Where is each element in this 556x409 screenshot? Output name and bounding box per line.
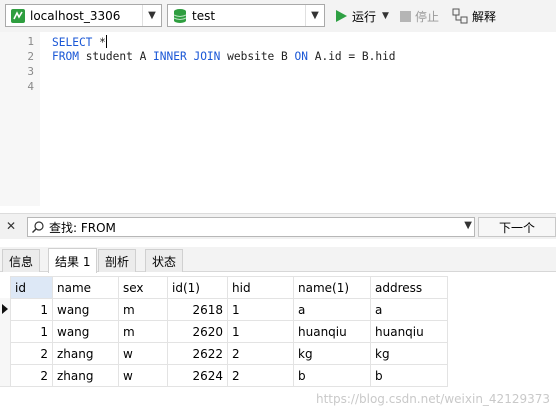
stop-icon bbox=[400, 10, 411, 22]
sql-keyword: SELECT bbox=[52, 36, 93, 49]
table-cell[interactable]: 1 bbox=[10, 298, 53, 321]
table-cell[interactable]: a bbox=[293, 298, 371, 321]
table-row[interactable]: 1 wang m 2620 1 huanqiu huanqiu bbox=[10, 320, 448, 343]
table-cell[interactable]: kg bbox=[370, 342, 448, 365]
table-cell[interactable]: 2618 bbox=[167, 298, 228, 321]
table-cell[interactable]: wang bbox=[52, 298, 119, 321]
table-cell[interactable]: 2622 bbox=[167, 342, 228, 365]
chevron-down-icon[interactable]: ▼ bbox=[142, 5, 161, 26]
line-number: 3 bbox=[27, 65, 34, 78]
run-button[interactable]: 运行 ▼ bbox=[334, 6, 389, 26]
header-row: id name sex id(1) hid name(1) address bbox=[10, 276, 448, 299]
toolbar: localhost_3306 ▼ test ▼ 运行 ▼ 停止 解释 bbox=[0, 0, 556, 32]
connection-icon bbox=[11, 8, 25, 23]
connection-label: localhost_3306 bbox=[30, 8, 121, 23]
table-cell[interactable]: m bbox=[118, 320, 168, 343]
chevron-down-icon[interactable]: ▼ bbox=[382, 11, 389, 21]
find-value: 查找: FROM bbox=[49, 220, 116, 235]
column-header[interactable]: name bbox=[52, 276, 119, 299]
chevron-down-icon[interactable]: ▼ bbox=[305, 5, 324, 26]
table-cell[interactable]: b bbox=[370, 364, 448, 387]
column-header[interactable]: hid bbox=[227, 276, 294, 299]
connection-select[interactable]: localhost_3306 ▼ bbox=[5, 4, 162, 27]
row-header[interactable] bbox=[0, 298, 10, 321]
find-next-button[interactable]: 下一个 bbox=[478, 217, 556, 237]
table-cell[interactable]: m bbox=[118, 298, 168, 321]
row-header[interactable] bbox=[0, 342, 10, 365]
table-cell[interactable]: 2 bbox=[227, 342, 294, 365]
watermark: https://blog.csdn.net/weixin_42129373 bbox=[315, 392, 550, 406]
result-table: id name sex id(1) hid name(1) address 1 … bbox=[10, 276, 448, 387]
find-input[interactable]: 查找: FROM ▼ bbox=[27, 217, 475, 237]
tab-profile[interactable]: 剖析 bbox=[98, 249, 137, 272]
result-grid[interactable]: id name sex id(1) hid name(1) address 1 … bbox=[0, 276, 556, 409]
stop-button[interactable]: 停止 bbox=[400, 6, 439, 26]
table-row[interactable]: 2 zhang w 2622 2 kg kg bbox=[10, 342, 448, 365]
play-icon bbox=[336, 10, 347, 22]
explain-button[interactable]: 解释 bbox=[452, 6, 496, 26]
column-header[interactable]: id bbox=[10, 276, 53, 299]
column-header[interactable]: sex bbox=[118, 276, 168, 299]
sql-text: website B bbox=[220, 50, 295, 63]
line-number: 2 bbox=[27, 50, 34, 63]
table-cell[interactable]: 1 bbox=[10, 320, 53, 343]
table-cell[interactable]: 1 bbox=[227, 320, 294, 343]
table-cell[interactable]: zhang bbox=[52, 342, 119, 365]
table-cell[interactable]: zhang bbox=[52, 364, 119, 387]
table-cell[interactable]: b bbox=[293, 364, 371, 387]
row-header[interactable] bbox=[0, 320, 10, 343]
find-bar: ✕ 查找: FROM ▼ 下一个 bbox=[0, 213, 556, 239]
chevron-down-icon[interactable]: ▼ bbox=[464, 220, 472, 231]
column-header[interactable]: name(1) bbox=[293, 276, 371, 299]
close-icon[interactable]: ✕ bbox=[6, 219, 16, 233]
table-cell[interactable]: 2 bbox=[227, 364, 294, 387]
table-cell[interactable]: kg bbox=[293, 342, 371, 365]
database-icon bbox=[173, 8, 187, 23]
database-label: test bbox=[192, 8, 216, 23]
text-cursor bbox=[105, 35, 107, 48]
table-cell[interactable]: 2620 bbox=[167, 320, 228, 343]
tab-info[interactable]: 信息 bbox=[2, 249, 41, 272]
stop-label: 停止 bbox=[415, 9, 440, 24]
sql-text: A.id = B.hid bbox=[307, 50, 396, 63]
column-header[interactable]: address bbox=[370, 276, 448, 299]
table-row[interactable]: 2 zhang w 2624 2 b b bbox=[10, 364, 448, 387]
row-header[interactable] bbox=[0, 364, 10, 387]
code-line-1: SELECT * bbox=[52, 35, 107, 49]
line-number-gutter: 1 2 3 4 bbox=[0, 32, 40, 206]
table-cell[interactable]: w bbox=[118, 364, 168, 387]
table-cell[interactable]: huanqiu bbox=[370, 320, 448, 343]
table-cell[interactable]: a bbox=[370, 298, 448, 321]
line-number: 1 bbox=[27, 35, 34, 48]
line-number: 4 bbox=[27, 80, 34, 93]
table-cell[interactable]: 2 bbox=[10, 364, 53, 387]
table-cell[interactable]: 1 bbox=[227, 298, 294, 321]
table-cell[interactable]: w bbox=[118, 342, 168, 365]
table-cell[interactable]: huanqiu bbox=[293, 320, 371, 343]
table-cell[interactable]: 2624 bbox=[167, 364, 228, 387]
code-line-2: FROM student A INNER JOIN website B ON A… bbox=[52, 50, 396, 63]
explain-icon bbox=[452, 8, 468, 24]
tab-status[interactable]: 状态 bbox=[145, 249, 184, 272]
search-icon bbox=[32, 221, 44, 233]
sql-keyword: FROM bbox=[52, 50, 79, 63]
result-tabs: 信息 结果 1 剖析 状态 bbox=[0, 247, 556, 273]
sql-editor[interactable]: 1 2 3 4 SELECT * FROM student A INNER JO… bbox=[0, 32, 556, 206]
table-cell[interactable]: 2 bbox=[10, 342, 53, 365]
tab-result-1[interactable]: 结果 1 bbox=[48, 248, 98, 273]
column-header[interactable]: id(1) bbox=[167, 276, 228, 299]
explain-label: 解释 bbox=[472, 9, 497, 24]
sql-text: student A bbox=[78, 50, 154, 63]
table-row[interactable]: 1 wang m 2618 1 a a bbox=[10, 298, 448, 321]
current-row-pointer-icon bbox=[2, 304, 8, 314]
database-select[interactable]: test ▼ bbox=[167, 4, 325, 27]
sql-keyword: ON bbox=[294, 50, 308, 63]
table-cell[interactable]: wang bbox=[52, 320, 119, 343]
sql-keyword: INNER JOIN bbox=[153, 50, 221, 63]
sql-text: * bbox=[92, 36, 106, 49]
run-label: 运行 bbox=[352, 9, 377, 24]
